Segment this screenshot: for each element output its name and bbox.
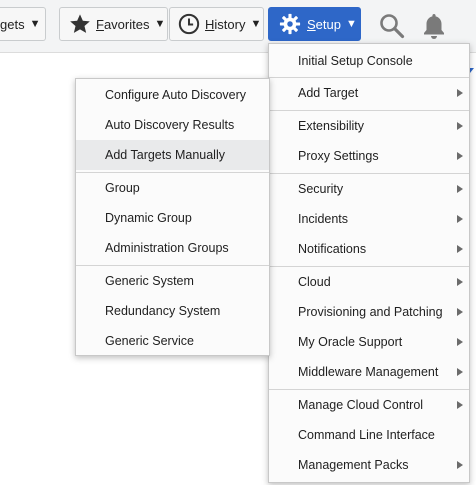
menu-item-proxy-settings[interactable]: Proxy Settings <box>269 141 469 171</box>
setup-dropdown-menu: Initial Setup Console Add Target Extensi… <box>268 43 470 483</box>
menu-item-label: Group <box>105 181 140 195</box>
menu-item-label: Management Packs <box>298 458 409 472</box>
menu-item-middleware-management[interactable]: Middleware Management <box>269 357 469 387</box>
menu-item-label: Command Line Interface <box>298 428 435 442</box>
gear-icon <box>279 13 301 35</box>
menu-item-extensibility[interactable]: Extensibility <box>269 111 469 141</box>
chevron-right-icon <box>457 368 463 376</box>
menu-item-label: Generic System <box>105 274 194 288</box>
chevron-right-icon <box>457 215 463 223</box>
submenu-item-generic-system[interactable]: Generic System <box>76 266 269 296</box>
menu-item-add-target[interactable]: Add Target <box>269 78 469 108</box>
menu-item-security[interactable]: Security <box>269 174 469 204</box>
add-target-submenu: Configure Auto Discovery Auto Discovery … <box>75 78 270 356</box>
chevron-down-icon: ▼ <box>154 18 166 30</box>
menu-item-label: Proxy Settings <box>298 149 379 163</box>
menu-item-my-oracle-support[interactable]: My Oracle Support <box>269 327 469 357</box>
chevron-right-icon <box>457 122 463 130</box>
favorites-button-label: Favorites <box>96 16 150 32</box>
chevron-down-icon: ▼ <box>29 18 41 30</box>
star-icon <box>69 13 91 35</box>
search-icon[interactable] <box>379 13 405 42</box>
menu-item-label: Add Target <box>298 86 359 100</box>
bell-icon[interactable] <box>422 12 446 43</box>
favorites-menu-button[interactable]: Favorites ▼ <box>59 7 168 41</box>
menu-item-label: Cloud <box>298 275 331 289</box>
targets-menu-button[interactable]: gets ▼ <box>0 7 46 41</box>
submenu-item-administration-groups[interactable]: Administration Groups <box>76 233 269 263</box>
menu-item-label: Extensibility <box>298 119 364 133</box>
menu-item-label: Dynamic Group <box>105 211 192 225</box>
chevron-right-icon <box>457 245 463 253</box>
menu-item-provisioning-and-patching[interactable]: Provisioning and Patching <box>269 297 469 327</box>
submenu-item-dynamic-group[interactable]: Dynamic Group <box>76 203 269 233</box>
menu-item-notifications[interactable]: Notifications <box>269 234 469 264</box>
menu-item-initial-setup-console[interactable]: Initial Setup Console <box>269 46 469 76</box>
menu-item-label: Security <box>298 182 344 196</box>
menu-item-label: Administration Groups <box>105 241 229 255</box>
history-button-label: History <box>205 16 246 32</box>
submenu-item-auto-discovery-results[interactable]: Auto Discovery Results <box>76 110 269 140</box>
menu-item-label: Provisioning and Patching <box>298 305 443 319</box>
menu-item-label: Add Targets Manually <box>105 148 225 162</box>
menu-item-label: Configure Auto Discovery <box>105 88 247 102</box>
menu-item-label: Generic Service <box>105 334 194 348</box>
chevron-right-icon <box>457 185 463 193</box>
chevron-right-icon <box>457 338 463 346</box>
chevron-right-icon <box>457 461 463 469</box>
chevron-right-icon <box>457 308 463 316</box>
menu-item-label: Auto Discovery Results <box>105 118 235 132</box>
menu-item-label: Notifications <box>298 242 367 256</box>
targets-button-label: gets <box>0 16 25 32</box>
setup-menu-button[interactable]: Setup ▼ <box>268 7 361 41</box>
chevron-down-icon: ▼ <box>250 18 262 30</box>
chevron-down-icon: ▼ <box>345 18 357 30</box>
setup-button-label: Setup <box>307 16 341 32</box>
submenu-item-group[interactable]: Group <box>76 173 269 203</box>
menu-item-label: Manage Cloud Control <box>298 398 424 412</box>
menu-item-manage-cloud-control[interactable]: Manage Cloud Control <box>269 390 469 420</box>
history-menu-button[interactable]: History ▼ <box>169 7 264 41</box>
menu-item-incidents[interactable]: Incidents <box>269 204 469 234</box>
menu-item-command-line-interface[interactable]: Command Line Interface <box>269 420 469 450</box>
clock-icon <box>178 13 200 35</box>
submenu-item-generic-service[interactable]: Generic Service <box>76 326 269 356</box>
chevron-right-icon <box>457 401 463 409</box>
menu-item-label: Redundancy System <box>105 304 221 318</box>
chevron-right-icon <box>457 278 463 286</box>
menu-item-cloud[interactable]: Cloud <box>269 267 469 297</box>
submenu-item-configure-auto-discovery[interactable]: Configure Auto Discovery <box>76 80 269 110</box>
chevron-right-icon <box>457 89 463 97</box>
menu-item-label: My Oracle Support <box>298 335 403 349</box>
menu-item-management-packs[interactable]: Management Packs <box>269 450 469 480</box>
chevron-right-icon <box>457 152 463 160</box>
menu-item-label: Initial Setup Console <box>298 54 413 68</box>
submenu-item-add-targets-manually[interactable]: Add Targets Manually <box>76 140 269 170</box>
menu-item-label: Incidents <box>298 212 349 226</box>
submenu-item-redundancy-system[interactable]: Redundancy System <box>76 296 269 326</box>
menu-item-label: Middleware Management <box>298 365 439 379</box>
